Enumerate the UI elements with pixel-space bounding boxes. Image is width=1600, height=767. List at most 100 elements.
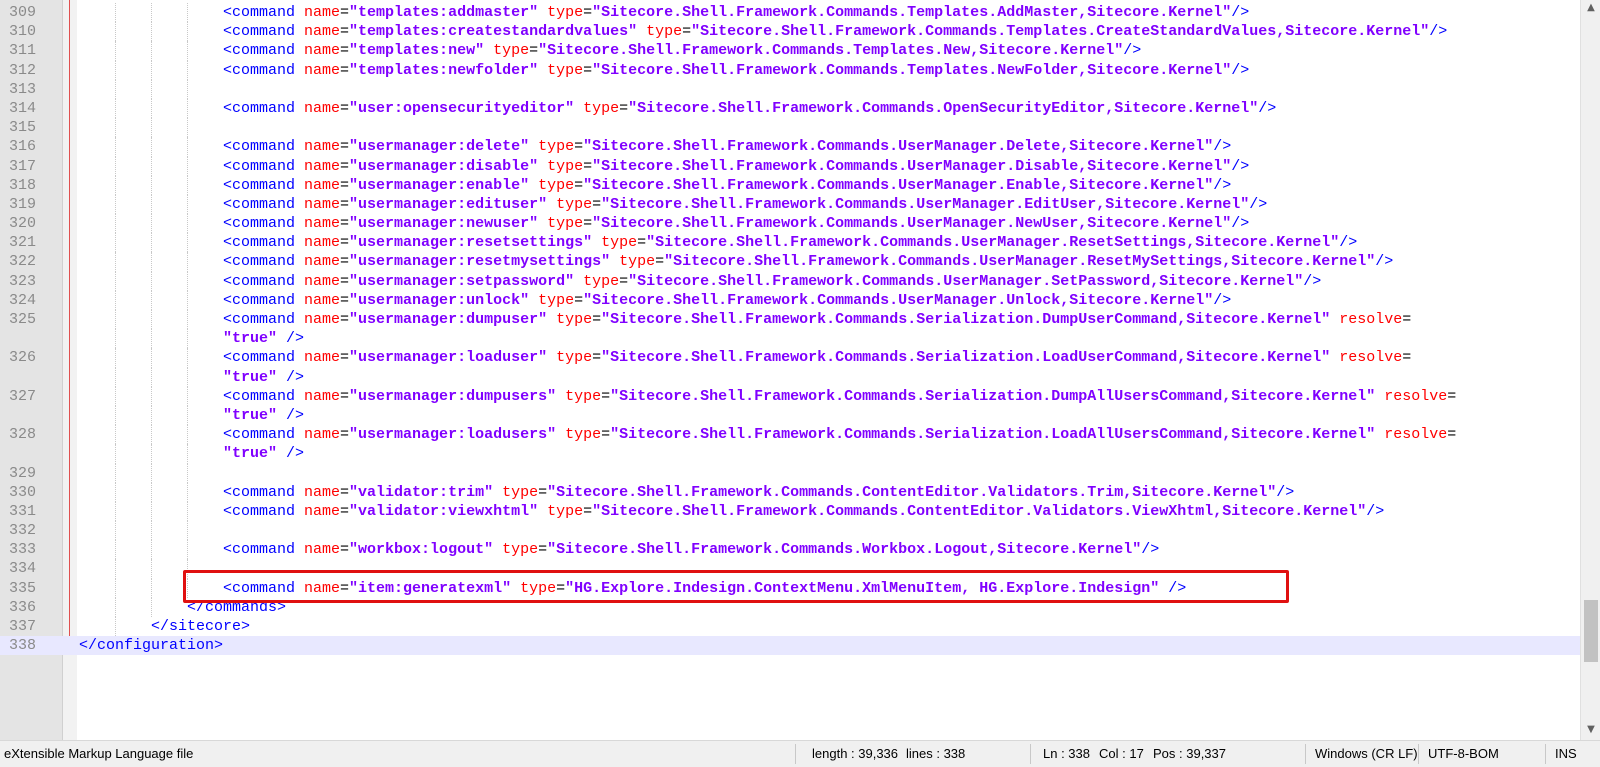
editor-pane[interactable]: 309 <command name="templates:addmaster" t… [0,0,1600,740]
code-text: <command name="usermanager:resetmysettin… [223,252,1393,271]
code-token: name [304,215,341,233]
code-token: = [340,311,350,328]
code-line[interactable]: 335 <command name="item:generatexml" type… [0,578,1580,598]
code-text: <command name="item:generatexml" type="H… [223,579,1186,598]
code-token: = [340,291,350,309]
code-line[interactable]: 336 </commands> [0,597,1580,617]
code-line[interactable]: 325 <command name="usermanager:dumpuser" … [0,310,1580,330]
indent-guide [187,60,189,80]
status-separator [1030,744,1031,764]
code-text: <command name="workbox:logout" type="Sit… [223,540,1159,559]
indent-guide [115,233,117,253]
code-text: <command name="usermanager:loadusers" ty… [223,425,1456,444]
indent-guide [151,482,153,502]
indent-guide [151,79,153,99]
code-line[interactable]: 331 <command name="validator:viewxhtml" t… [0,501,1580,522]
code-token: /> [286,445,305,463]
code-token: <command [223,387,305,405]
scroll-up-icon[interactable]: ▲ [1585,2,1597,14]
code-line[interactable]: 329 [0,463,1580,483]
scroll-down-icon[interactable]: ▼ [1585,724,1597,736]
code-line[interactable]: 333 <command name="workbox:logout" type="… [0,540,1580,560]
code-token: name [304,157,341,175]
code-token: /> [286,330,305,348]
code-line[interactable]: 324 <command name="usermanager:unlock" ty… [0,290,1580,310]
indent-guide [151,425,153,445]
code-token: "Sitecore.Shell.Framework.Commands.UserM… [628,272,1304,290]
code-token: name [304,291,341,309]
code-token: = [340,176,350,194]
code-token: "Sitecore.Shell.Framework.Commands.Seria… [601,311,1331,328]
code-token: <command [223,291,305,309]
indent-guide [151,98,153,119]
indent-guide [115,444,117,464]
code-line[interactable]: 321 <command name="usermanager:resetsetti… [0,233,1580,253]
indent-guide [187,79,189,99]
scrollbar-thumb[interactable] [1584,600,1598,662]
line-number: 338 [8,637,36,655]
code-line[interactable]: 338 </configuration> [0,636,1580,656]
code-token: = [340,541,350,559]
code-token: </sitecore> [151,618,251,635]
code-line[interactable]: "true" /> [0,329,1580,349]
code-line[interactable]: "true" /> [0,444,1580,464]
code-token: /> [1429,23,1448,41]
code-line[interactable]: 334 [0,559,1580,579]
indent-guide [115,60,117,80]
code-line[interactable]: 337 </sitecore> [0,617,1580,637]
code-line[interactable]: 317 <command name="usermanager:disable" t… [0,156,1580,176]
code-line[interactable]: 309 <command name="templates:addmaster" t… [0,3,1580,23]
code-line[interactable]: 311 <command name="templates:new" type="S… [0,41,1580,61]
code-line[interactable]: 315 [0,118,1580,138]
indent-guide [115,405,117,426]
code-line[interactable]: 328 <command name="usermanager:loadusers"… [0,425,1580,445]
status-separator [1305,744,1306,764]
indent-guide [187,3,189,23]
line-number: 335 [8,579,36,597]
status-separator [1545,744,1546,764]
code-line[interactable]: "true" /> [0,405,1580,426]
code-token: name [304,138,341,156]
code-line[interactable]: 327 <command name="usermanager:dumpusers"… [0,386,1580,406]
code-token: = [1447,387,1457,405]
code-line[interactable]: 322 <command name="usermanager:resetmyset… [0,252,1580,272]
code-token: = [583,61,593,79]
code-token: = [340,349,350,367]
code-line[interactable]: 319 <command name="usermanager:edituser" … [0,194,1580,215]
code-token: = [1402,349,1412,367]
code-line[interactable]: 318 <command name="usermanager:enable" ty… [0,175,1580,195]
code-token: resolve [1384,387,1448,405]
line-number: 327 [8,387,36,405]
code-text: <command name="usermanager:loaduser" typ… [223,348,1411,367]
code-text: <command name="templates:new" type="Site… [223,41,1141,60]
status-bar: eXtensible Markup Language file length :… [0,740,1600,767]
line-number: 316 [8,138,36,156]
code-token: = [574,176,584,194]
code-line[interactable]: 313 [0,79,1580,99]
code-line[interactable]: 314 <command name="user:opensecurityedito… [0,98,1580,119]
code-line[interactable]: 312 <command name="templates:newfolder" t… [0,60,1580,80]
code-line[interactable]: 332 [0,521,1580,541]
code-token: = [340,253,350,271]
code-line[interactable]: 326 <command name="usermanager:loaduser" … [0,348,1580,368]
code-line[interactable]: 330 <command name="validator:trim" type="… [0,482,1580,502]
code-token: <command [223,483,305,501]
code-line[interactable]: 323 <command name="usermanager:setpasswor… [0,271,1580,291]
code-token: name [304,311,341,328]
indent-guide [115,290,117,310]
code-line[interactable]: 310 <command name="templates:createstanda… [0,22,1580,42]
code-line[interactable]: 320 <command name="usermanager:newuser" t… [0,214,1580,234]
code-line[interactable]: "true" /> [0,367,1580,387]
code-text: <command name="templates:addmaster" type… [223,3,1249,22]
vertical-scrollbar[interactable]: ▲ ▼ [1580,0,1600,740]
line-number: 329 [8,464,36,482]
code-text: "true" /> [223,329,304,348]
code-line[interactable]: 316 <command name="usermanager:delete" ty… [0,137,1580,157]
code-lines[interactable]: 309 <command name="templates:addmaster" t… [0,3,1580,656]
